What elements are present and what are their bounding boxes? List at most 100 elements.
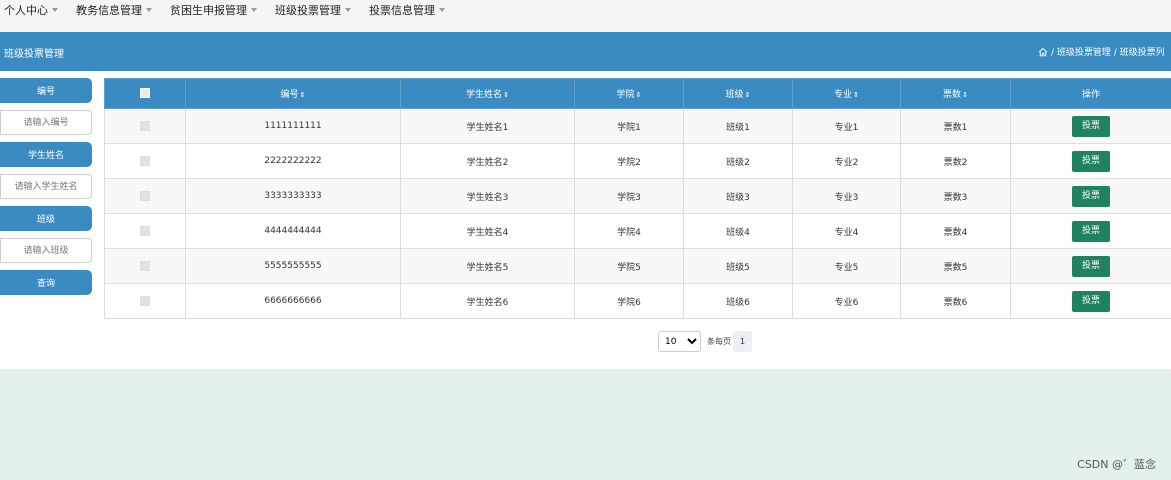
cell-major: 专业4 xyxy=(792,213,901,249)
sort-icon[interactable]: ⇕ xyxy=(962,91,968,99)
row-checkbox[interactable] xyxy=(140,155,150,166)
top-nav: 个人中心 教务信息管理 贫困生申报管理 班级投票管理 投票信息管理 xyxy=(0,0,1171,32)
sort-icon[interactable]: ⇕ xyxy=(300,91,306,99)
table-row: 2222222222 学生姓名2 学院2 班级2 专业2 票数2 投票 xyxy=(104,143,1171,179)
cell-student-name: 学生姓名6 xyxy=(400,283,575,319)
cell-class: 班级2 xyxy=(683,143,793,179)
sort-icon[interactable]: ⇕ xyxy=(503,91,509,99)
nav-item-class-vote[interactable]: 班级投票管理 xyxy=(275,2,351,18)
nav-item-vote-info[interactable]: 投票信息管理 xyxy=(369,2,445,18)
cell-votes: 票数1 xyxy=(900,108,1011,144)
cell-actions: 投票 xyxy=(1010,213,1171,249)
page-size-select[interactable]: 10 xyxy=(658,331,701,352)
nav-item-poverty-application[interactable]: 贫困生申报管理 xyxy=(170,2,257,18)
cell-actions: 投票 xyxy=(1010,143,1171,179)
cell-college: 学院1 xyxy=(574,108,684,144)
cell-actions: 投票 xyxy=(1010,178,1171,214)
nav-item-label: 贫困生申报管理 xyxy=(170,4,247,17)
cell-id: 3333333333 xyxy=(185,178,401,214)
chevron-down-icon xyxy=(146,8,152,12)
cell-college: 学院5 xyxy=(574,248,684,284)
header-major[interactable]: 专业⇕ xyxy=(792,78,901,109)
home-icon[interactable] xyxy=(1038,47,1048,57)
search-student-name-input[interactable] xyxy=(0,174,92,199)
sort-icon[interactable]: ⇕ xyxy=(853,91,859,99)
cell-class: 班级5 xyxy=(683,248,793,284)
nav-item-label: 个人中心 xyxy=(4,4,48,17)
cell-id: 2222222222 xyxy=(185,143,401,179)
nav-item-label: 投票信息管理 xyxy=(369,4,435,17)
cell-votes: 票数5 xyxy=(900,248,1011,284)
cell-actions: 投票 xyxy=(1010,283,1171,319)
cell-student-name: 学生姓名4 xyxy=(400,213,575,249)
row-checkbox[interactable] xyxy=(140,190,150,201)
cell-major: 专业6 xyxy=(792,283,901,319)
row-checkbox[interactable] xyxy=(140,295,150,306)
table-header-row: 编号⇕ 学生姓名⇕ 学院⇕ 班级⇕ 专业⇕ 票数⇕ 操作 xyxy=(104,78,1171,109)
table-row: 4444444444 学生姓名4 学院4 班级4 专业4 票数4 投票 xyxy=(104,213,1171,249)
cell-student-name: 学生姓名5 xyxy=(400,248,575,284)
vote-button[interactable]: 投票 xyxy=(1072,220,1110,242)
query-button[interactable]: 查询 xyxy=(0,270,92,295)
row-select-cell xyxy=(104,108,186,144)
cell-class: 班级4 xyxy=(683,213,793,249)
search-class-input[interactable] xyxy=(0,238,92,263)
row-checkbox[interactable] xyxy=(140,260,150,271)
row-checkbox[interactable] xyxy=(140,120,150,131)
breadcrumb-text[interactable]: / 班级投票管理 / 班级投票列 xyxy=(1051,45,1165,58)
cell-id: 5555555555 xyxy=(185,248,401,284)
header-student-name[interactable]: 学生姓名⇕ xyxy=(400,78,575,109)
cell-votes: 票数6 xyxy=(900,283,1011,319)
cell-actions: 投票 xyxy=(1010,108,1171,144)
header-class[interactable]: 班级⇕ xyxy=(683,78,793,109)
chevron-down-icon xyxy=(52,8,58,12)
table-row: 6666666666 学生姓名6 学院6 班级6 专业6 票数6 投票 xyxy=(104,283,1171,319)
cell-major: 专业5 xyxy=(792,248,901,284)
vote-button[interactable]: 投票 xyxy=(1072,150,1110,172)
row-select-cell xyxy=(104,143,186,179)
watermark: CSDN @゛蓝念 xyxy=(1077,458,1156,471)
header-id[interactable]: 编号⇕ xyxy=(185,78,401,109)
table-row: 5555555555 学生姓名5 学院5 班级5 专业5 票数5 投票 xyxy=(104,248,1171,284)
vote-table: 编号⇕ 学生姓名⇕ 学院⇕ 班级⇕ 专业⇕ 票数⇕ 操作 1111111111 … xyxy=(104,78,1171,319)
cell-votes: 票数2 xyxy=(900,143,1011,179)
cell-major: 专业3 xyxy=(792,178,901,214)
header-college[interactable]: 学院⇕ xyxy=(574,78,684,109)
cell-id: 6666666666 xyxy=(185,283,401,319)
table-row: 3333333333 学生姓名3 学院3 班级3 专业3 票数3 投票 xyxy=(104,178,1171,214)
footer-area: CSDN @゛蓝念 xyxy=(0,369,1171,480)
chevron-down-icon xyxy=(251,8,257,12)
cell-class: 班级6 xyxy=(683,283,793,319)
cell-major: 专业2 xyxy=(792,143,901,179)
cell-actions: 投票 xyxy=(1010,248,1171,284)
chevron-down-icon xyxy=(345,8,351,12)
header-actions: 操作 xyxy=(1010,78,1171,109)
sort-icon[interactable]: ⇕ xyxy=(636,91,642,99)
search-label-class: 班级 xyxy=(0,206,92,231)
nav-item-academic-info[interactable]: 教务信息管理 xyxy=(76,2,152,18)
vote-button[interactable]: 投票 xyxy=(1072,255,1110,277)
row-checkbox[interactable] xyxy=(140,225,150,236)
nav-item-personal-center[interactable]: 个人中心 xyxy=(4,2,58,18)
select-all-checkbox[interactable] xyxy=(140,88,150,99)
vote-button[interactable]: 投票 xyxy=(1072,290,1110,312)
header-select-all[interactable] xyxy=(104,78,186,109)
row-select-cell xyxy=(104,283,186,319)
search-label-id: 编号 xyxy=(0,78,92,103)
header-votes[interactable]: 票数⇕ xyxy=(900,78,1011,109)
cell-id: 4444444444 xyxy=(185,213,401,249)
cell-id: 1111111111 xyxy=(185,108,401,144)
chevron-down-icon xyxy=(439,8,445,12)
table-row: 1111111111 学生姓名1 学院1 班级1 专业1 票数1 投票 xyxy=(104,108,1171,144)
cell-class: 班级1 xyxy=(683,108,793,144)
page-banner: 班级投票管理 / 班级投票管理 / 班级投票列 xyxy=(0,32,1171,71)
cell-college: 学院4 xyxy=(574,213,684,249)
sort-icon[interactable]: ⇕ xyxy=(745,91,751,99)
cell-student-name: 学生姓名1 xyxy=(400,108,575,144)
page-number-button[interactable]: 1 xyxy=(733,331,752,352)
cell-college: 学院2 xyxy=(574,143,684,179)
vote-button[interactable]: 投票 xyxy=(1072,185,1110,207)
search-label-student-name: 学生姓名 xyxy=(0,142,92,167)
vote-button[interactable]: 投票 xyxy=(1072,115,1110,137)
search-id-input[interactable] xyxy=(0,110,92,135)
